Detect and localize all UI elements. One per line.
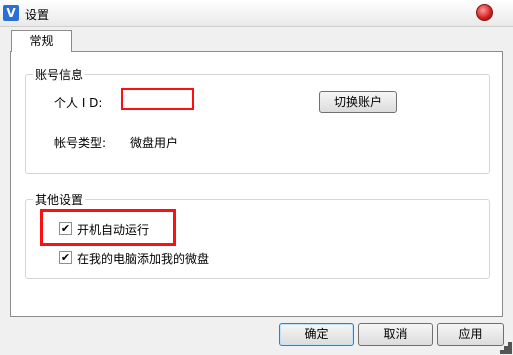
title-bar: V 设置 [0,0,513,27]
account-type-label: 帐号类型: [54,136,107,150]
resize-grip-icon[interactable] [500,342,512,354]
ok-button[interactable]: 确定 [279,323,354,346]
account-type-value: 微盘用户 [130,136,179,150]
cancel-button[interactable]: 取消 [358,323,433,346]
app-logo-icon: V [3,5,19,21]
grip-dot [508,350,512,354]
account-info-group [25,74,490,174]
add-to-computer-label: 在我的电脑添加我的微盘 [77,252,210,266]
add-to-computer-checkbox[interactable]: ✔ [59,251,72,264]
personal-id-input[interactable] [121,88,194,110]
tab-general[interactable]: 常规 [11,30,72,52]
other-settings-title: 其他设置 [33,191,86,208]
check-icon: ✔ [60,251,71,264]
highlight-autostart [40,209,176,246]
close-icon[interactable] [476,4,493,21]
account-info-title: 账号信息 [33,66,86,83]
personal-id-label: 个人 I D: [54,96,103,110]
switch-account-button[interactable]: 切换账户 [319,91,397,113]
apply-button[interactable]: 应用 [437,323,504,346]
window-title: 设置 [25,8,50,22]
